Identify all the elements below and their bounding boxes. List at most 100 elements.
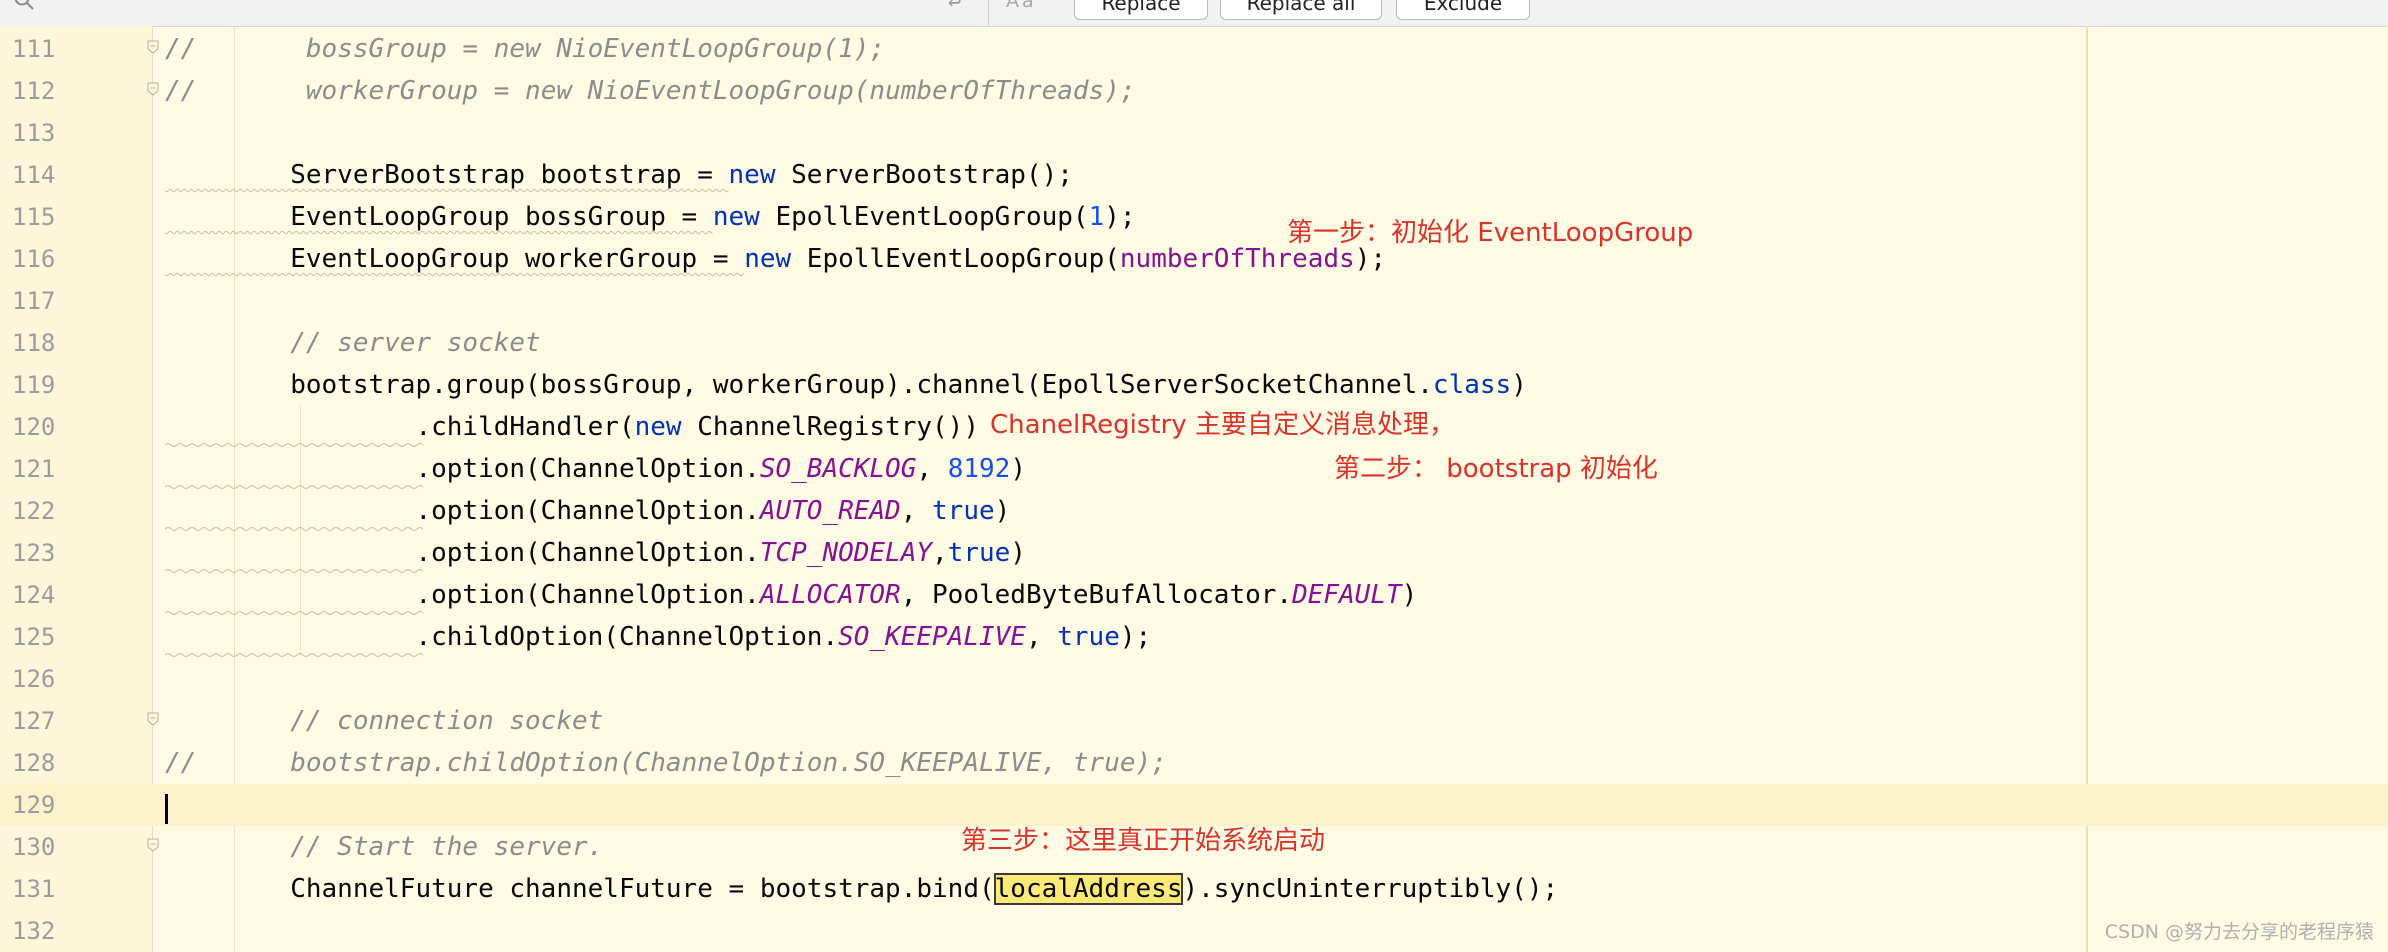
code-token: ,: [916, 454, 948, 484]
code-line[interactable]: 112 // workerGroup = new NioEventLoopGrou…: [0, 70, 2388, 112]
comment-token: // connection socket: [165, 706, 604, 736]
code-token: ).syncUninterruptibly();: [1182, 874, 1559, 904]
line-number[interactable]: 122: [12, 490, 72, 532]
line-number[interactable]: 113: [12, 112, 72, 154]
code-line[interactable]: 118 // server socket: [0, 322, 2388, 364]
code-token: );: [1104, 202, 1136, 232]
code-token: ): [1010, 538, 1026, 568]
code-line[interactable]: 127 // connection socket: [0, 700, 2388, 742]
line-number[interactable]: 129: [12, 784, 72, 826]
line-number[interactable]: 130: [12, 826, 72, 868]
text-caret: [165, 794, 168, 824]
code-text[interactable]: // server socket: [165, 322, 541, 364]
line-number[interactable]: 123: [12, 532, 72, 574]
code-text[interactable]: ServerBootstrap bootstrap = new ServerBo…: [165, 154, 1073, 196]
replace-button[interactable]: Replace: [1074, 0, 1208, 20]
keyword-token: new: [728, 160, 776, 190]
watermark: CSDN @努力去分享的老程序猿: [2104, 921, 2374, 943]
toolbar-divider: [988, 0, 989, 26]
code-line[interactable]: 125 .childOption(ChannelOption.SO_KEEPAL…: [0, 616, 2388, 658]
search-match-highlight: localAddress: [993, 873, 1184, 905]
code-token: ,: [900, 496, 933, 526]
code-token: EpollEventLoopGroup(: [791, 244, 1120, 274]
code-text[interactable]: ChannelFuture channelFuture = bootstrap.…: [165, 868, 1558, 910]
line-number[interactable]: 132: [12, 910, 72, 952]
code-line[interactable]: 113: [0, 112, 2388, 154]
code-line[interactable]: 117: [0, 280, 2388, 322]
line-number[interactable]: 115: [12, 196, 72, 238]
line-number[interactable]: 118: [12, 322, 72, 364]
annotation-step1: 第一步：初始化 EventLoopGroup: [1287, 218, 1694, 248]
code-text[interactable]: .option(ChannelOption.SO_BACKLOG, 8192): [165, 448, 1026, 490]
line-number[interactable]: 125: [12, 616, 72, 658]
code-token: workerGroup = new NioEventLoopGroup(numb…: [305, 76, 1136, 106]
code-line[interactable]: 132: [0, 910, 2388, 952]
code-text[interactable]: // bossGroup = new NioEventLoopGroup(1);: [165, 28, 885, 70]
fold-marker-icon[interactable]: [147, 712, 159, 726]
code-token: //: [165, 34, 306, 64]
code-line[interactable]: 131 ChannelFuture channelFuture = bootst…: [0, 868, 2388, 910]
code-token: , PooledByteBufAllocator.: [900, 580, 1293, 610]
code-token: EpollEventLoopGroup(: [759, 202, 1089, 232]
code-token: .childOption(ChannelOption.: [165, 622, 839, 652]
code-line[interactable]: 115 EventLoopGroup bossGroup = new Epoll…: [0, 196, 2388, 238]
fold-marker-icon[interactable]: [147, 838, 159, 852]
line-number[interactable]: 116: [12, 238, 72, 280]
line-number[interactable]: 120: [12, 406, 72, 448]
line-number[interactable]: 124: [12, 574, 72, 616]
code-token: .option(ChannelOption.: [165, 538, 760, 568]
constant-token: AUTO_READ: [759, 496, 901, 526]
code-line[interactable]: 126: [0, 658, 2388, 700]
search-icon[interactable]: [12, 0, 36, 12]
code-text[interactable]: EventLoopGroup workerGroup = new EpollEv…: [165, 238, 1386, 280]
line-number[interactable]: 112: [12, 70, 72, 112]
fold-marker-icon[interactable]: [147, 40, 159, 54]
code-text[interactable]: bootstrap.group(bossGroup, workerGroup).…: [165, 364, 1527, 406]
line-number[interactable]: 119: [12, 364, 72, 406]
preserve-case-icon[interactable]: ↩: [948, 0, 961, 15]
keyword-token: true: [932, 496, 995, 526]
line-number[interactable]: 114: [12, 154, 72, 196]
keyword-token: true: [947, 538, 1011, 568]
code-line[interactable]: 121 .option(ChannelOption.SO_BACKLOG, 81…: [0, 448, 2388, 490]
line-number[interactable]: 128: [12, 742, 72, 784]
code-line[interactable]: 116 EventLoopGroup workerGroup = new Epo…: [0, 238, 2388, 280]
exclude-button[interactable]: Exclude: [1396, 0, 1530, 20]
number-token: 1: [1088, 202, 1105, 232]
code-token: EventLoopGroup bossGroup =: [165, 202, 713, 232]
annotation-step2: 第二步： bootstrap 初始化: [1334, 454, 1658, 484]
line-number[interactable]: 131: [12, 868, 72, 910]
line-number[interactable]: 127: [12, 700, 72, 742]
code-text[interactable]: .option(ChannelOption.AUTO_READ, true): [165, 490, 1010, 532]
code-token: .option(ChannelOption.: [165, 454, 760, 484]
line-number[interactable]: 117: [12, 280, 72, 322]
code-text[interactable]: .childOption(ChannelOption.SO_KEEPALIVE,…: [165, 616, 1151, 658]
fold-marker-icon[interactable]: [147, 82, 159, 96]
code-line[interactable]: 122 .option(ChannelOption.AUTO_READ, tru…: [0, 490, 2388, 532]
code-token: //: [165, 76, 306, 106]
line-number[interactable]: 111: [12, 28, 72, 70]
code-text[interactable]: .option(ChannelOption.ALLOCATOR, PooledB…: [165, 574, 1417, 616]
replace-all-button[interactable]: Replace all: [1220, 0, 1382, 20]
code-text[interactable]: // connection socket: [165, 700, 603, 742]
code-text[interactable]: // workerGroup = new NioEventLoopGroup(n…: [165, 70, 1136, 112]
code-line[interactable]: 114 ServerBootstrap bootstrap = new Serv…: [0, 154, 2388, 196]
comment-token: // server socket: [165, 328, 541, 358]
line-number[interactable]: 126: [12, 658, 72, 700]
code-text[interactable]: .childHandler(new ChannelRegistry()): [165, 406, 979, 448]
code-text[interactable]: EventLoopGroup bossGroup = new EpollEven…: [165, 196, 1136, 238]
code-token: ): [1511, 370, 1527, 400]
match-case-icon[interactable]: Aa: [1006, 0, 1037, 12]
code-line[interactable]: 111 // bossGroup = new NioEventLoopGroup(…: [0, 28, 2388, 70]
keyword-token: new: [712, 202, 760, 232]
code-line[interactable]: 123 .option(ChannelOption.TCP_NODELAY,tr…: [0, 532, 2388, 574]
code-line[interactable]: 128 // bootstrap.childOption(ChannelOptio…: [0, 742, 2388, 784]
line-number[interactable]: 121: [12, 448, 72, 490]
constant-token: SO_KEEPALIVE: [838, 622, 1026, 652]
code-line[interactable]: 119 bootstrap.group(bossGroup, workerGro…: [0, 364, 2388, 406]
code-text[interactable]: // bootstrap.childOption(ChannelOption.S…: [165, 742, 1167, 784]
code-text[interactable]: // Start the server.: [165, 826, 603, 868]
code-text[interactable]: .option(ChannelOption.TCP_NODELAY,true): [165, 532, 1026, 574]
code-line[interactable]: 124 .option(ChannelOption.ALLOCATOR, Poo…: [0, 574, 2388, 616]
constant-token: ALLOCATOR: [759, 580, 901, 610]
